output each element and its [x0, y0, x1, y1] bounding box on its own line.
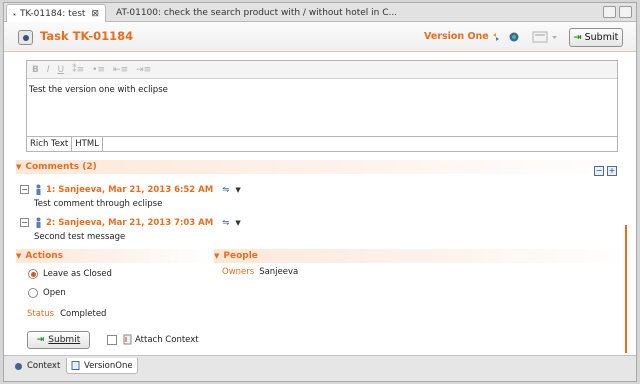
collapse-icon: ▼ [16, 163, 22, 171]
repository-link[interactable]: Version One [424, 31, 489, 42]
submit-button-top[interactable]: ⇥ Submit [569, 28, 623, 47]
page-title: Task TK-01184 [40, 29, 134, 43]
numbered-list-icon[interactable]: ⁑≡ [72, 65, 84, 75]
comment-body: Test comment through eclipse [34, 199, 163, 209]
attach-context-checkbox[interactable] [107, 334, 117, 345]
comments-header-label: Comments (2) [25, 162, 97, 172]
synchronize-icon[interactable] [491, 32, 501, 42]
submit-icon: ⇥ [573, 32, 582, 43]
comment-title: 1: Sanjeeva, Mar 21, 2013 6:52 AM [46, 184, 214, 195]
tab-label: AT-01100: check the search product with … [116, 8, 396, 18]
task-type-icon [18, 30, 33, 45]
radio-leave-as-closed[interactable]: Leave as Closed [28, 269, 112, 279]
tab-label: Context [27, 361, 61, 371]
submit-button[interactable]: ⇥ Submit [27, 331, 90, 349]
reply-icon[interactable]: ⇋ [222, 185, 229, 195]
editor-tab-bar: TK-01184: test ⊠ AT-01100: check the sea… [4, 3, 636, 23]
layout-dropdown-icon[interactable] [532, 31, 560, 43]
radio-button[interactable] [28, 269, 38, 279]
comment-item: − 1: Sanjeeva, Mar 21, 2013 6:52 AM ⇋ ▼ … [20, 184, 241, 209]
tab-label: TK-01184: test [19, 9, 86, 19]
bold-button[interactable]: B [32, 65, 39, 75]
vertical-scrollbar[interactable] [625, 225, 627, 353]
minimize-button[interactable] [603, 6, 616, 18]
tab-versionone[interactable]: VersionOne [66, 358, 138, 374]
attach-context-checkbox-row[interactable]: Attach Context [107, 334, 199, 345]
tab-rich-text[interactable]: Rich Text [27, 137, 73, 151]
radio-open[interactable]: Open [28, 288, 66, 298]
person-icon [36, 184, 41, 195]
chevron-down-icon[interactable]: ▼ [235, 186, 240, 194]
task-header: Task TK-01184 Version One ⇥ Submit [4, 22, 636, 52]
collapse-icon: ▼ [214, 252, 220, 260]
task-editor-window: TK-01184: test ⊠ AT-01100: check the sea… [3, 2, 637, 382]
chevron-down-icon[interactable]: ▼ [235, 219, 240, 227]
radio-label: Leave as Closed [43, 269, 112, 279]
expand-all-icon[interactable]: + [607, 166, 617, 176]
bottom-tab-bar: Context VersionOne [4, 355, 636, 381]
editor-mode-tabs: Rich Text HTML [27, 136, 617, 151]
collapse-all-icon[interactable]: − [594, 166, 604, 176]
tab-tk-01184[interactable]: TK-01184: test ⊠ [6, 4, 106, 23]
owners-row: Owners Sanjeeva [222, 267, 298, 277]
actions-header-label: Actions [25, 251, 64, 261]
maximize-button[interactable] [619, 6, 632, 18]
status-label: Status [27, 309, 55, 319]
comment-title: 2: Sanjeeva, Mar 21, 2013 7:03 AM [46, 217, 214, 228]
attach-icon [123, 334, 132, 345]
attach-context-label: Attach Context [135, 334, 199, 345]
comment-body: Second test message [34, 232, 126, 242]
people-header-label: People [223, 251, 258, 261]
context-icon [15, 362, 22, 370]
underline-button[interactable]: U [58, 65, 65, 75]
description-editor: B I U ⁑≡ •≡ ⇤≡ ⇥≡ Test the version one w… [26, 60, 618, 152]
radio-button[interactable] [28, 288, 38, 298]
actions-section-header[interactable]: ▼ Actions [16, 249, 209, 263]
tab-html[interactable]: HTML [72, 137, 103, 151]
submit-icon: ⇥ [36, 335, 45, 345]
indent-icon[interactable]: ⇥≡ [136, 65, 151, 75]
radio-label: Open [43, 288, 66, 298]
comments-section-header[interactable]: ▼ Comments (2) [16, 160, 624, 174]
description-text[interactable]: Test the version one with eclipse [27, 79, 617, 101]
tab-at-01100[interactable]: AT-01100: check the search product with … [106, 4, 396, 22]
submit-label: Submit [584, 32, 619, 43]
owners-label: Owners [222, 267, 255, 277]
outdent-icon[interactable]: ⇤≡ [113, 65, 128, 75]
tab-context[interactable]: Context [10, 358, 64, 374]
close-icon[interactable]: ⊠ [91, 9, 99, 19]
people-section-header[interactable]: ▼ People [214, 249, 624, 263]
window-controls [603, 6, 632, 18]
task-icon [13, 12, 16, 16]
comment-collapse-toggle[interactable]: − [20, 185, 29, 194]
comment-collapse-toggle[interactable]: − [20, 218, 29, 227]
person-icon [36, 217, 41, 228]
collapse-icon: ▼ [16, 252, 22, 260]
reply-icon[interactable]: ⇋ [222, 218, 229, 228]
comment-item: − 2: Sanjeeva, Mar 21, 2013 7:03 AM ⇋ ▼ … [20, 217, 241, 242]
status-value: Completed [60, 309, 107, 319]
formatting-toolbar: B I U ⁑≡ •≡ ⇤≡ ⇥≡ [27, 61, 617, 79]
open-in-browser-icon[interactable] [509, 32, 519, 42]
italic-button[interactable]: I [47, 65, 50, 75]
tab-label: VersionOne [84, 360, 133, 371]
owners-value[interactable]: Sanjeeva [259, 267, 298, 277]
status-row: Status Completed [27, 309, 106, 319]
submit-label: Submit [48, 335, 81, 345]
bullet-list-icon[interactable]: •≡ [92, 65, 105, 75]
versionone-icon [71, 361, 80, 370]
